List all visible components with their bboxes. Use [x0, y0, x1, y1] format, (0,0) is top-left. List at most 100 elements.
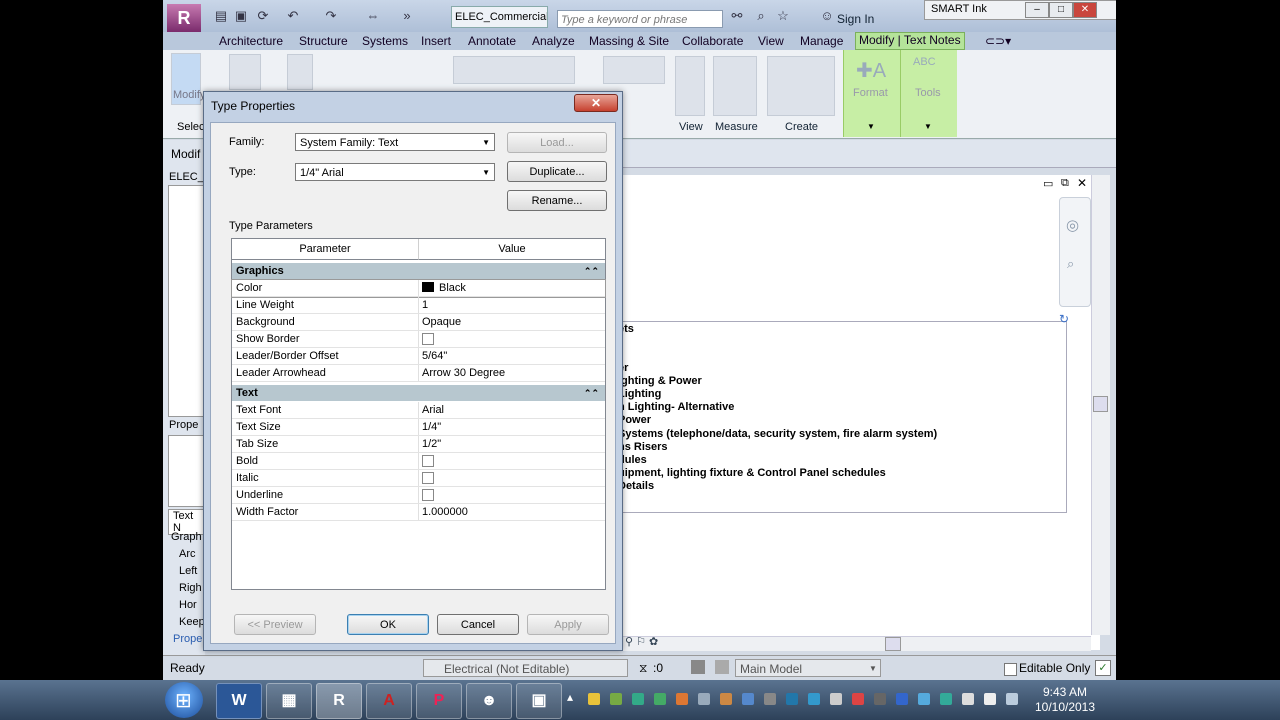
comm-center-icon[interactable]: ⌕: [753, 9, 769, 23]
table-row[interactable]: Width Factor 1.000000: [232, 504, 605, 521]
network-icon[interactable]: [1006, 693, 1018, 705]
undo-icon[interactable]: ↶: [285, 9, 301, 23]
tab-systems[interactable]: Systems: [362, 34, 408, 48]
collapse-icon[interactable]: ⌃⌃: [584, 385, 599, 401]
tray-app-icon[interactable]: [720, 693, 732, 705]
app-taskbar-button[interactable]: ☻: [466, 683, 512, 719]
text-note-line[interactable]: n Lighting- Alternative: [618, 401, 734, 413]
show-border-checkbox[interactable]: [422, 333, 434, 345]
app-taskbar-button[interactable]: ▣: [516, 683, 562, 719]
tab-insert[interactable]: Insert: [421, 34, 451, 48]
bold-checkbox[interactable]: [422, 455, 434, 467]
ribbon-tool-placeholder[interactable]: [287, 54, 313, 90]
cancel-button[interactable]: Cancel: [437, 614, 519, 635]
tray-app-icon[interactable]: [764, 693, 776, 705]
view-restore-icon[interactable]: ⧉: [1061, 177, 1069, 190]
steering-wheel-icon[interactable]: ◎: [1066, 216, 1079, 234]
navigation-bar[interactable]: [1059, 197, 1091, 307]
design-options-selector[interactable]: Main Model: [735, 659, 881, 677]
tray-app-icon[interactable]: [676, 693, 688, 705]
table-row[interactable]: Underline: [232, 487, 605, 504]
param-value[interactable]: 1/2": [422, 436, 441, 452]
tab-structure[interactable]: Structure: [299, 34, 348, 48]
zoom-icon[interactable]: ⌕: [1067, 256, 1074, 272]
table-row[interactable]: Text Size 1/4": [232, 419, 605, 436]
editable-only-checkbox[interactable]: [1004, 663, 1017, 676]
text-note-line[interactable]: ighting & Power: [618, 375, 702, 387]
bluetooth-icon[interactable]: [896, 693, 908, 705]
param-value[interactable]: 5/64": [422, 348, 447, 364]
preview-button[interactable]: << Preview: [234, 614, 316, 635]
column-header-value[interactable]: Value: [419, 239, 605, 260]
action-center-icon[interactable]: [962, 693, 974, 705]
format-panel[interactable]: ✚A Format ▼: [843, 50, 900, 137]
horizontal-scrollbar[interactable]: [623, 636, 1091, 651]
create-tools[interactable]: [767, 56, 835, 116]
family-select[interactable]: System Family: Text ▼: [295, 133, 495, 151]
tools-panel[interactable]: ABC Tools ▼: [900, 50, 957, 137]
hscroll-thumb[interactable]: [885, 637, 901, 651]
filter-icon[interactable]: ⧖: [639, 661, 647, 676]
view-minimize-icon[interactable]: ▭: [1043, 177, 1053, 190]
rename-button[interactable]: Rename...: [507, 190, 607, 211]
scrollbar-thumb[interactable]: [1093, 396, 1108, 412]
collapse-icon[interactable]: ⌃⌃: [584, 263, 599, 279]
text-note-line[interactable]: Details: [618, 480, 654, 492]
tab-view[interactable]: View: [758, 34, 784, 48]
load-button[interactable]: Load...: [507, 132, 607, 153]
save-icon[interactable]: ▣: [233, 9, 249, 23]
open-icon[interactable]: ▤: [213, 9, 229, 23]
star-icon[interactable]: ☆: [775, 9, 791, 23]
ribbon-tool-placeholder[interactable]: [603, 56, 665, 84]
revit-taskbar-button[interactable]: R: [316, 683, 362, 719]
table-row[interactable]: Background Opaque: [232, 314, 605, 331]
tray-app-icon[interactable]: [830, 693, 842, 705]
param-value[interactable]: Opaque: [422, 314, 461, 330]
table-row[interactable]: Tab Size 1/2": [232, 436, 605, 453]
tray-app-icon[interactable]: [698, 693, 710, 705]
tray-app-icon[interactable]: [654, 693, 666, 705]
tray-app-icon[interactable]: [940, 693, 952, 705]
properties-help-link[interactable]: Prope: [173, 633, 202, 645]
search-input[interactable]: Type a keyword or phrase: [557, 10, 723, 28]
tab-annotate[interactable]: Annotate: [468, 34, 516, 48]
duplicate-button[interactable]: Duplicate...: [507, 161, 607, 182]
binoculars-icon[interactable]: ⚯: [729, 9, 745, 23]
ribbon-options-icon[interactable]: ⊂⊃▾: [985, 34, 1011, 48]
table-row[interactable]: Color Black: [231, 279, 606, 298]
tray-shield-icon[interactable]: [588, 693, 600, 705]
tab-collaborate[interactable]: Collaborate: [682, 34, 743, 48]
maximize-button[interactable]: □: [1049, 2, 1073, 18]
param-value[interactable]: 1: [422, 297, 428, 313]
user-icon[interactable]: ☺: [819, 9, 835, 23]
tab-analyze[interactable]: Analyze: [532, 34, 575, 48]
table-row[interactable]: Italic: [232, 470, 605, 487]
tray-expand-icon[interactable]: ▴: [567, 690, 573, 704]
qat-more-icon[interactable]: »: [399, 9, 415, 23]
text-note-box[interactable]: [603, 321, 1067, 513]
group-graphics[interactable]: Graphics ⌃⌃: [232, 263, 605, 279]
tab-architecture[interactable]: Architecture: [219, 34, 283, 48]
tab-massing-site[interactable]: Massing & Site: [589, 34, 669, 48]
tab-manage[interactable]: Manage: [800, 34, 843, 48]
table-row[interactable]: Show Border: [232, 331, 605, 348]
design-option-icon[interactable]: [691, 660, 705, 674]
text-note-line[interactable]: Systems (telephone/data, security system…: [618, 428, 937, 440]
table-row[interactable]: Bold: [232, 453, 605, 470]
chevron-down-icon[interactable]: ▼: [867, 122, 875, 131]
param-value[interactable]: Black: [422, 280, 466, 296]
measure-tools[interactable]: [713, 56, 757, 116]
ok-button[interactable]: OK: [347, 614, 429, 635]
measure-icon[interactable]: ⇔: [365, 9, 381, 23]
param-value[interactable]: Arial: [422, 402, 444, 418]
minimize-button[interactable]: –: [1025, 2, 1049, 18]
tab-modify-text-notes[interactable]: Modify | Text Notes: [855, 32, 965, 50]
powerpoint-taskbar-button[interactable]: P: [416, 683, 462, 719]
tray-app-icon[interactable]: [632, 693, 644, 705]
redo-icon[interactable]: ↷: [323, 9, 339, 23]
tray-app-icon[interactable]: [984, 693, 996, 705]
text-note-line[interactable]: Lighting: [618, 388, 661, 400]
sign-in-link[interactable]: Sign In: [837, 12, 874, 26]
view-control-icons[interactable]: ⚲ ⚐ ✿: [625, 635, 658, 648]
calculator-taskbar-button[interactable]: ▦: [266, 683, 312, 719]
